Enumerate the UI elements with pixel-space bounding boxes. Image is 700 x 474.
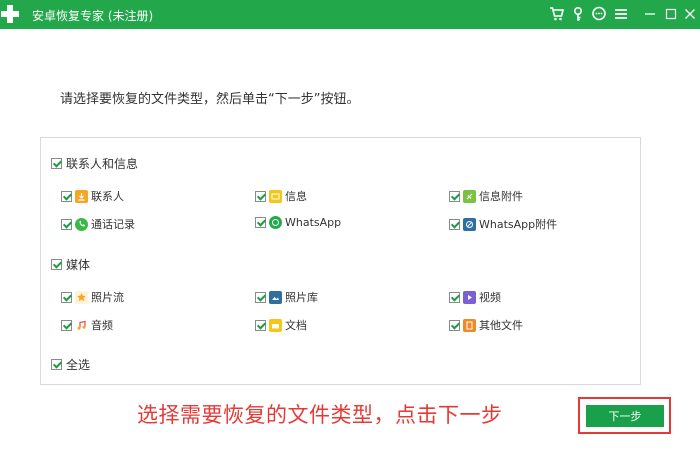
checkbox[interactable] [61,291,72,303]
item-whatsapp-attachments[interactable]: WhatsApp附件 [449,216,557,232]
folder-icon [269,318,282,332]
checkbox[interactable] [61,319,72,331]
item-documents[interactable]: 文档 [255,317,307,333]
whatsapp-attachment-icon [463,217,476,231]
whatsapp-icon [269,216,282,229]
item-photo-library[interactable]: 照片库 [255,289,318,305]
checkbox[interactable] [51,359,62,370]
group-label: 联系人和信息 [66,157,139,171]
item-photo-stream[interactable]: 照片流 [61,289,124,305]
menu-icon[interactable] [612,5,630,23]
window-title: 安卓恢复专家 (未注册) [32,9,154,23]
key-icon[interactable] [569,5,587,23]
item-whatsapp[interactable]: WhatsApp [255,216,341,229]
checkbox[interactable] [449,218,460,230]
checkbox[interactable] [255,319,266,331]
item-label: 音频 [91,319,113,332]
checkbox[interactable] [51,259,62,270]
group-media-checkbox[interactable]: 媒体 [51,256,90,273]
cart-icon[interactable] [548,5,566,23]
checkbox[interactable] [51,158,62,169]
photo-stream-icon [75,290,88,304]
select-all-label: 全选 [66,358,91,372]
checkbox[interactable] [255,217,266,228]
phone-icon [75,217,88,231]
group-contacts-messages-checkbox[interactable]: 联系人和信息 [51,155,138,172]
item-label: 视频 [479,291,501,304]
messages-icon [269,189,282,203]
item-other-files[interactable]: 其他文件 [449,317,523,333]
next-button[interactable]: 下一步 [586,405,664,427]
item-label: WhatsApp附件 [479,218,558,231]
annotation-text: 选择需要恢复的文件类型，点击下一步 [137,403,503,427]
photo-library-icon [269,290,282,304]
item-label: 文档 [285,319,307,332]
checkbox[interactable] [449,319,460,331]
instruction-text: 请选择要恢复的文件类型，然后单击“下一步”按钮。 [60,92,360,107]
video-icon [463,290,476,304]
title-bar: 安卓恢复专家 (未注册) [0,0,700,29]
group-label: 媒体 [66,258,91,272]
maximize-icon[interactable] [662,5,680,23]
item-label: 照片流 [91,291,124,304]
chat-icon[interactable] [590,5,608,23]
item-message-attachments[interactable]: 信息附件 [449,188,523,204]
app-logo-icon [0,4,20,24]
item-call-logs[interactable]: 通话记录 [61,216,135,232]
minimize-icon[interactable] [641,5,659,23]
file-type-panel: 联系人和信息 联系人 信息 信息附件 通话记录 WhatsApp WhatsAp… [40,137,641,385]
attachment-icon [463,189,476,203]
item-label: 联系人 [91,190,124,203]
item-video[interactable]: 视频 [449,289,501,305]
checkbox[interactable] [255,291,266,303]
checkbox[interactable] [61,218,72,230]
checkbox[interactable] [449,190,460,202]
checkbox[interactable] [61,190,72,202]
audio-icon [75,318,88,332]
item-audio[interactable]: 音频 [61,317,113,333]
item-contacts[interactable]: 联系人 [61,188,124,204]
close-icon[interactable] [681,5,699,23]
contacts-icon [75,189,88,203]
item-messages[interactable]: 信息 [255,188,307,204]
file-icon [463,318,476,332]
item-label: 其他文件 [479,319,523,332]
item-label: 信息附件 [479,190,523,203]
checkbox[interactable] [449,291,460,303]
item-label: 通话记录 [91,218,135,231]
item-label: WhatsApp [285,216,342,229]
item-label: 照片库 [285,291,318,304]
checkbox[interactable] [255,190,266,202]
item-label: 信息 [285,190,307,203]
select-all-checkbox[interactable]: 全选 [51,356,90,373]
